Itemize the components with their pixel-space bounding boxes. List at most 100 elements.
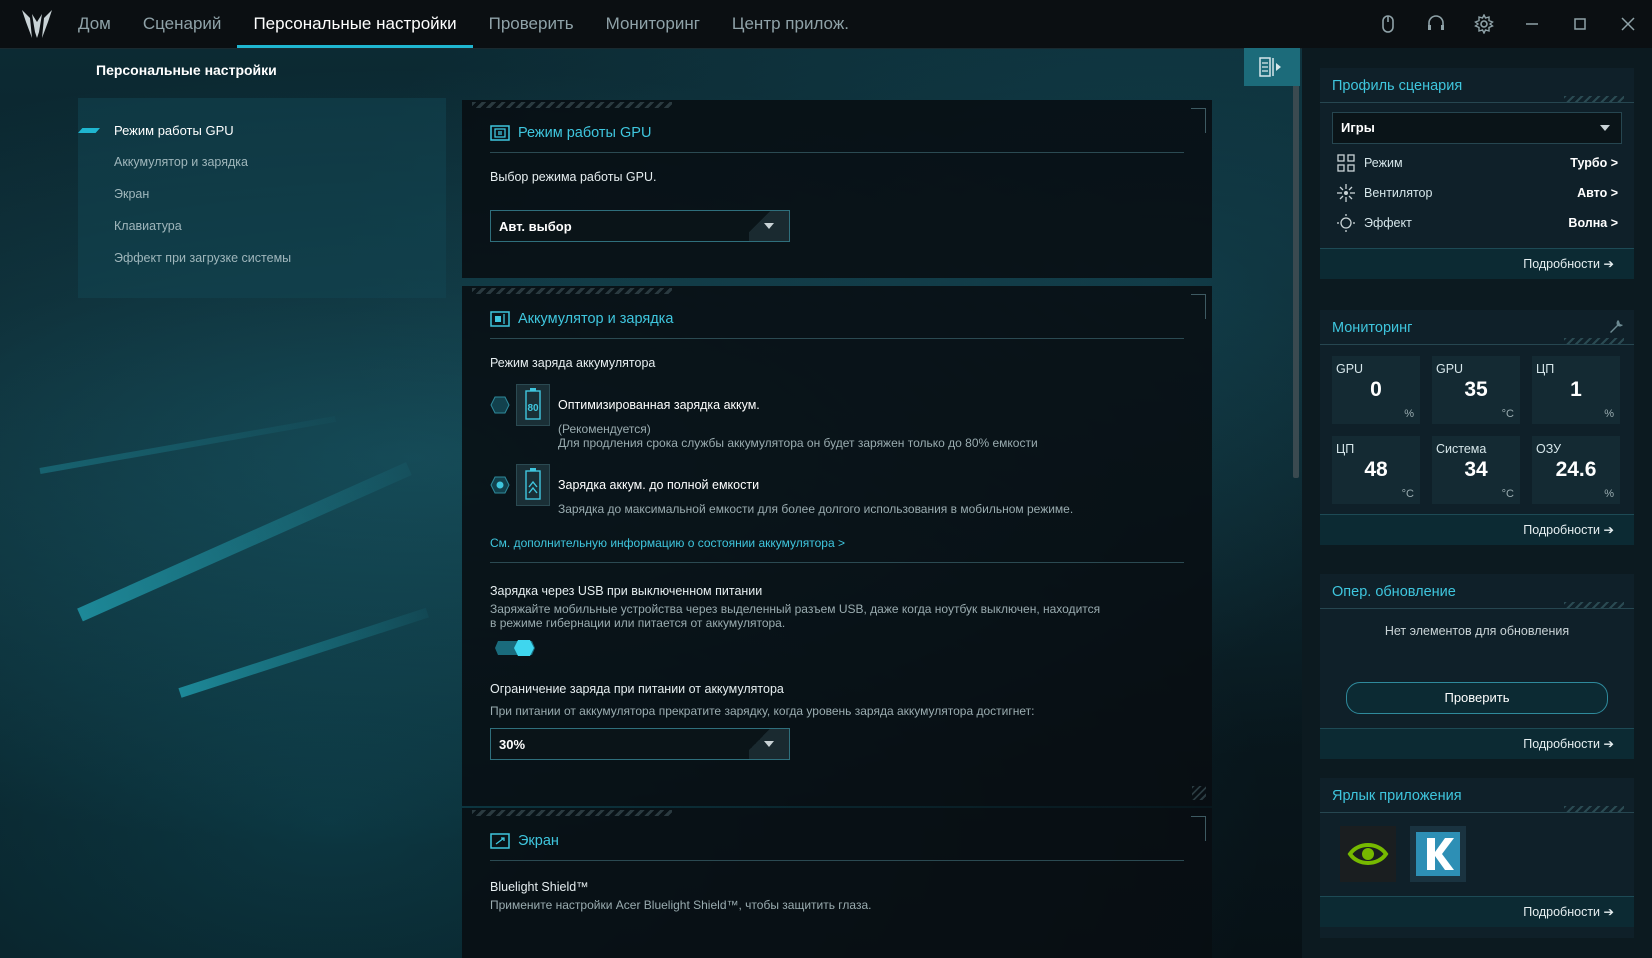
battery-settings-icon xyxy=(490,311,510,327)
update-title: Опер. обновление xyxy=(1332,584,1456,600)
card-decoration xyxy=(472,810,672,816)
live-update-card: Опер. обновление Нет элементов для обнов… xyxy=(1320,574,1634,759)
gear-icon xyxy=(1474,14,1494,34)
bg-light-stripe xyxy=(178,607,429,698)
minimize-button[interactable] xyxy=(1508,0,1556,48)
title-bar: Дом Сценарий Персональные настройки Пров… xyxy=(0,0,1652,49)
bg-light-stripe xyxy=(77,462,412,622)
charge-limit-value: 30% xyxy=(499,736,526,752)
card-decoration xyxy=(472,102,672,108)
profile-row-fan[interactable]: Вентилятор Авто > xyxy=(1336,181,1618,205)
tab-monitoring[interactable]: Мониторинг xyxy=(590,0,716,48)
shortcut-footer: Подробности ➔ xyxy=(1320,896,1634,927)
tab-app-center[interactable]: Центр прилож. xyxy=(716,0,865,48)
divider xyxy=(490,562,1184,563)
check-updates-button[interactable]: Проверить xyxy=(1346,682,1608,714)
mouse-icon xyxy=(1382,15,1394,33)
panel-collapse-icon xyxy=(1259,57,1281,77)
optimized-charge-icon-tile: 80 xyxy=(516,384,550,426)
gpu-description: Выбор режима работы GPU. xyxy=(490,170,657,184)
minimize-icon xyxy=(1526,23,1538,25)
battery-card: Аккумулятор и зарядка Режим заряда аккум… xyxy=(462,286,1212,806)
battery-full-icon xyxy=(525,468,541,500)
update-status: Нет элементов для обновления xyxy=(1384,624,1570,638)
radio-optimized-charge[interactable] xyxy=(490,396,510,414)
card-corner xyxy=(1191,816,1206,841)
mouse-button[interactable] xyxy=(1364,0,1412,48)
divider xyxy=(1320,344,1634,345)
tab-personal-settings[interactable]: Персональные настройки xyxy=(237,0,473,48)
fan-icon xyxy=(1337,184,1355,202)
scenario-profile-card: Профиль сценария Игры Режим Турбо > Вент… xyxy=(1320,68,1634,279)
wrench-icon[interactable] xyxy=(1608,318,1624,334)
support-button[interactable] xyxy=(1412,0,1460,48)
close-button[interactable] xyxy=(1604,0,1652,48)
profile-dropdown[interactable]: Игры xyxy=(1332,112,1622,144)
shortcut-details-link[interactable]: Подробности ➔ xyxy=(1523,904,1614,919)
sidebar-item-battery[interactable]: Аккумулятор и зарядка xyxy=(114,155,248,169)
update-footer: Подробности ➔ xyxy=(1320,728,1634,759)
usb-charge-toggle[interactable] xyxy=(494,640,536,656)
battery-80-badge: 80 xyxy=(527,403,539,414)
battery-card-title: Аккумулятор и зарядка xyxy=(518,311,674,327)
divider xyxy=(490,152,1184,153)
battery-info-link[interactable]: См. дополнительную информацию о состояни… xyxy=(490,536,845,550)
sidebar-item-gpu-mode[interactable]: Режим работы GPU xyxy=(114,123,234,138)
divider xyxy=(1320,608,1634,609)
profile-footer: Подробности ➔ xyxy=(1320,248,1634,279)
option-optimized-title: Оптимизированная зарядка аккум. xyxy=(558,398,760,412)
close-icon xyxy=(1621,17,1635,31)
profile-row-effect[interactable]: Эффект Волна > xyxy=(1336,211,1618,235)
divider xyxy=(490,860,1184,861)
monitoring-footer: Подробности ➔ xyxy=(1320,514,1634,545)
tab-scenario[interactable]: Сценарий xyxy=(127,0,238,48)
bluelight-desc: Примените настройки Acer Bluelight Shiel… xyxy=(490,898,872,912)
right-panel-toggle[interactable] xyxy=(1244,48,1300,86)
gpu-chip-icon xyxy=(490,125,510,141)
sidebar-item-boot-effect[interactable]: Эффект при загрузке системы xyxy=(114,251,291,265)
gpu-mode-card: Режим работы GPU Выбор режима работы GPU… xyxy=(462,100,1212,278)
app-shortcut-card: Ярлык приложения Подробности ➔ xyxy=(1320,778,1634,938)
profile-effect-value: Волна > xyxy=(1568,216,1618,230)
tab-check[interactable]: Проверить xyxy=(473,0,590,48)
sidebar-item-keyboard[interactable]: Клавиатура xyxy=(114,219,182,233)
charge-limit-desc: При питании от аккумулятора прекратите з… xyxy=(490,704,1035,718)
charge-limit-dropdown[interactable]: 30% xyxy=(490,728,790,760)
stat-cpu-temp: ЦП 48 °C xyxy=(1332,436,1420,504)
gpu-mode-dropdown[interactable]: Авт. выбор xyxy=(490,210,790,242)
option-full-title: Зарядка аккум. до полной емкости xyxy=(558,478,760,492)
main-nav: Дом Сценарий Персональные настройки Пров… xyxy=(62,0,865,48)
divider xyxy=(1320,102,1634,103)
update-details-link[interactable]: Подробности ➔ xyxy=(1523,736,1614,751)
usb-charge-desc-1: Заряжайте мобильные устройства через выд… xyxy=(490,602,1101,616)
tab-home[interactable]: Дом xyxy=(62,0,127,48)
full-charge-icon-tile xyxy=(516,464,550,506)
profile-details-link[interactable]: Подробности ➔ xyxy=(1523,256,1614,271)
window-controls xyxy=(1364,0,1652,48)
k-app-icon[interactable] xyxy=(1410,826,1466,882)
sidebar-item-screen[interactable]: Экран xyxy=(114,187,149,201)
radio-full-charge[interactable] xyxy=(490,476,510,494)
screen-card: Экран Bluelight Shield™ Примените настро… xyxy=(462,808,1212,958)
bluelight-title: Bluelight Shield™ xyxy=(490,880,589,894)
profile-effect-label: Эффект xyxy=(1364,216,1412,230)
profile-title: Профиль сценария xyxy=(1332,78,1463,94)
card-corner xyxy=(1191,294,1206,319)
content-scrollbar[interactable] xyxy=(1293,48,1299,478)
settings-button[interactable] xyxy=(1460,0,1508,48)
screen-icon xyxy=(490,833,510,849)
profile-row-mode[interactable]: Режим Турбо > xyxy=(1336,151,1618,175)
monitoring-title: Мониторинг xyxy=(1332,320,1413,336)
maximize-button[interactable] xyxy=(1556,0,1604,48)
stat-gpu-usage: GPU 0% xyxy=(1332,356,1420,424)
monitoring-card: Мониторинг GPU 0% GPU 35 °C ЦП 1% ЦП 48 °C Сис… xyxy=(1320,310,1634,545)
bg-light-stripe xyxy=(39,415,336,474)
card-decoration xyxy=(472,288,672,294)
nvidia-icon[interactable] xyxy=(1340,826,1396,882)
grid-icon xyxy=(1337,154,1355,172)
settings-content[interactable]: Режим работы GPU Выбор режима работы GPU… xyxy=(460,48,1220,958)
monitoring-details-link[interactable]: Подробности ➔ xyxy=(1523,522,1614,537)
stat-cpu-usage: ЦП 1% xyxy=(1532,356,1620,424)
predator-logo-icon xyxy=(22,10,52,38)
sun-icon xyxy=(1337,214,1355,232)
